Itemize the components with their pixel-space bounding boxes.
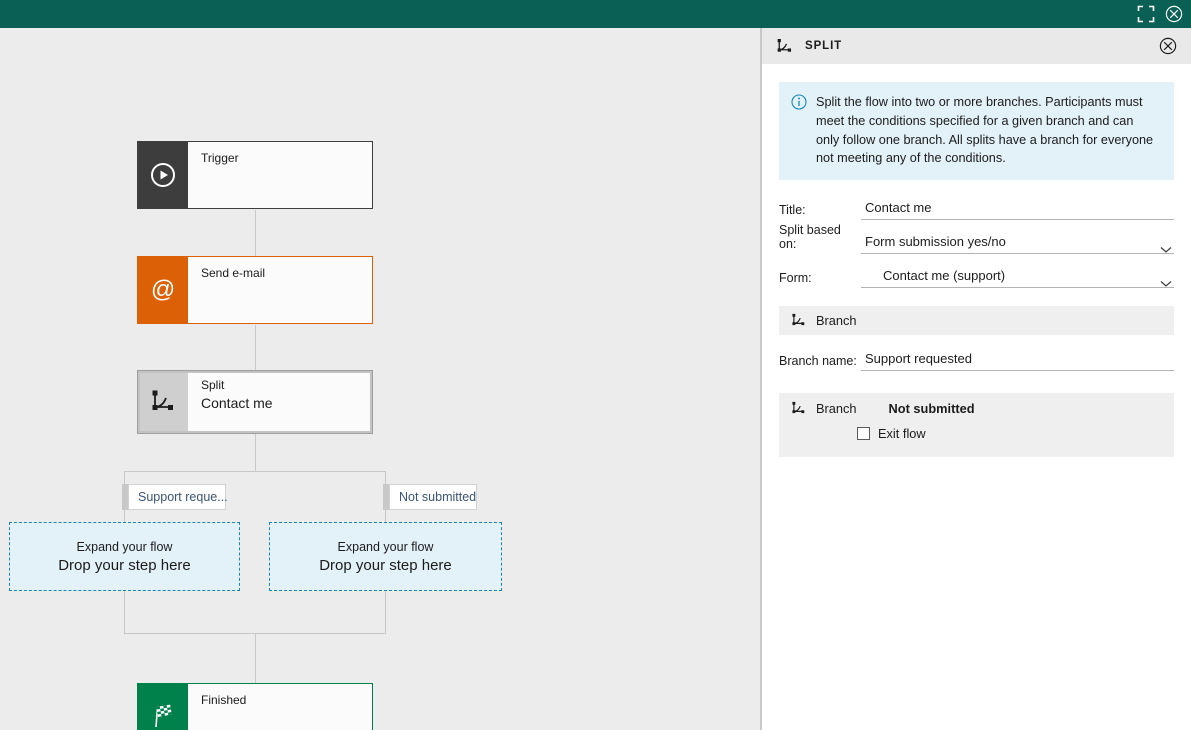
- flow-node-split-title: Contact me: [201, 395, 273, 411]
- split-based-on-value: Form submission yes/no: [865, 234, 1006, 250]
- branch-label-support-requested[interactable]: Support reque...: [128, 484, 228, 510]
- split-based-on-select[interactable]: Form submission yes/no: [861, 232, 1174, 255]
- flow-node-send-email-body: Send e-mail: [188, 257, 372, 323]
- exit-flow-row: Exit flow: [857, 426, 1162, 441]
- connector-trigger-email: [255, 210, 256, 256]
- split-icon: [138, 371, 188, 433]
- branch-label-not-submitted[interactable]: Not submitted: [389, 484, 477, 510]
- branch-two-name: Not submitted: [888, 401, 975, 417]
- dropzone-left-hint: Expand your flow: [76, 539, 173, 554]
- svg-text:@: @: [151, 276, 175, 303]
- split-icon: [791, 313, 806, 328]
- branch-one-name-field-wrap: [861, 349, 1174, 372]
- split-based-on-row: Split based on: Form submission yes/no: [779, 223, 1174, 255]
- title-label: Title:: [779, 203, 806, 218]
- flow-node-finished-kind: Finished: [201, 693, 247, 707]
- exit-flow-label: Exit flow: [878, 426, 926, 442]
- form-label: Form:: [779, 271, 812, 286]
- title-field-wrap: [861, 198, 1174, 221]
- flow-node-trigger-kind: Trigger: [201, 151, 239, 165]
- flow-node-split-body: Split Contact me: [188, 371, 372, 433]
- branch-one-name-label: Branch name:: [779, 354, 857, 369]
- fullscreen-icon[interactable]: [1137, 5, 1155, 23]
- merge-left-down: [124, 591, 125, 634]
- flow-node-send-email-kind: Send e-mail: [201, 266, 266, 280]
- branch-one-header-label: Branch: [816, 313, 857, 329]
- title-bar: [0, 0, 1191, 28]
- split-icon: [776, 38, 793, 55]
- checkered-flag-icon: [138, 684, 188, 730]
- connector-merge-finished: [255, 633, 256, 683]
- flow-node-finished-body: Finished: [188, 684, 372, 730]
- split-icon: [791, 401, 806, 416]
- flow-node-finished[interactable]: Finished: [137, 683, 373, 730]
- info-text: Split the flow into two or more branches…: [816, 95, 1154, 166]
- flow-node-split-kind: Split: [201, 378, 225, 392]
- info-box: Split the flow into two or more branches…: [779, 82, 1174, 181]
- flow-canvas[interactable]: Trigger @ Send e-mail Split Contact me S…: [0, 28, 760, 730]
- dropzone-right[interactable]: Expand your flow Drop your step here: [269, 522, 502, 591]
- connector-email-split: [255, 325, 256, 370]
- split-properties-panel: SPLIT Split the flow into two or more br…: [762, 28, 1191, 730]
- dropzone-right-label: Drop your step here: [319, 556, 452, 574]
- form-select[interactable]: Contact me (support): [861, 266, 1174, 289]
- flow-node-split[interactable]: Split Contact me: [137, 370, 373, 434]
- dropzone-right-hint: Expand your flow: [337, 539, 434, 554]
- info-icon: [791, 94, 807, 110]
- connector-split-fork: [255, 434, 256, 472]
- form-value: Contact me (support): [883, 268, 1006, 284]
- split-settings-form: Title: Split based on: Form submission y…: [779, 196, 1174, 289]
- panel-content: Split the flow into two or more branches…: [762, 64, 1191, 458]
- split-based-on-label: Split based on:: [779, 223, 841, 252]
- branch-one-name-input[interactable]: [861, 351, 1174, 369]
- chevron-down-icon: [1160, 241, 1172, 253]
- dropzone-left-label: Drop your step here: [58, 556, 191, 574]
- branch-block-two: Branch Not submitted Exit flow: [779, 393, 1174, 458]
- branch-block-one: Branch Branch name:: [779, 306, 1174, 372]
- at-sign-icon: @: [138, 257, 188, 323]
- chevron-down-icon: [1160, 275, 1172, 287]
- exit-flow-checkbox[interactable]: [857, 427, 870, 441]
- dropzone-left[interactable]: Expand your flow Drop your step here: [9, 522, 240, 591]
- merge-right-down: [385, 591, 386, 634]
- flow-node-trigger-body: Trigger: [188, 142, 372, 208]
- play-icon: [138, 142, 188, 208]
- panel-title: SPLIT: [805, 40, 843, 52]
- application-window: Trigger @ Send e-mail Split Contact me S…: [0, 0, 1191, 730]
- panel-close-icon[interactable]: [1159, 37, 1177, 55]
- window-controls: [1137, 0, 1183, 28]
- branch-two-header: Branch Not submitted: [791, 401, 1162, 416]
- branch-one-name-row: Branch name:: [779, 347, 1174, 372]
- branch-one-header: Branch: [779, 306, 1174, 336]
- panel-header: SPLIT: [762, 28, 1191, 64]
- flow-node-trigger[interactable]: Trigger: [137, 141, 373, 209]
- fork-horizontal: [124, 471, 386, 472]
- flow-node-send-email[interactable]: @ Send e-mail: [137, 256, 373, 324]
- close-circle-icon[interactable]: [1165, 5, 1183, 23]
- title-input[interactable]: [861, 200, 1174, 218]
- form-row: Form: Contact me (support): [779, 264, 1174, 289]
- title-row: Title:: [779, 196, 1174, 221]
- branch-two-header-label: Branch: [816, 401, 857, 417]
